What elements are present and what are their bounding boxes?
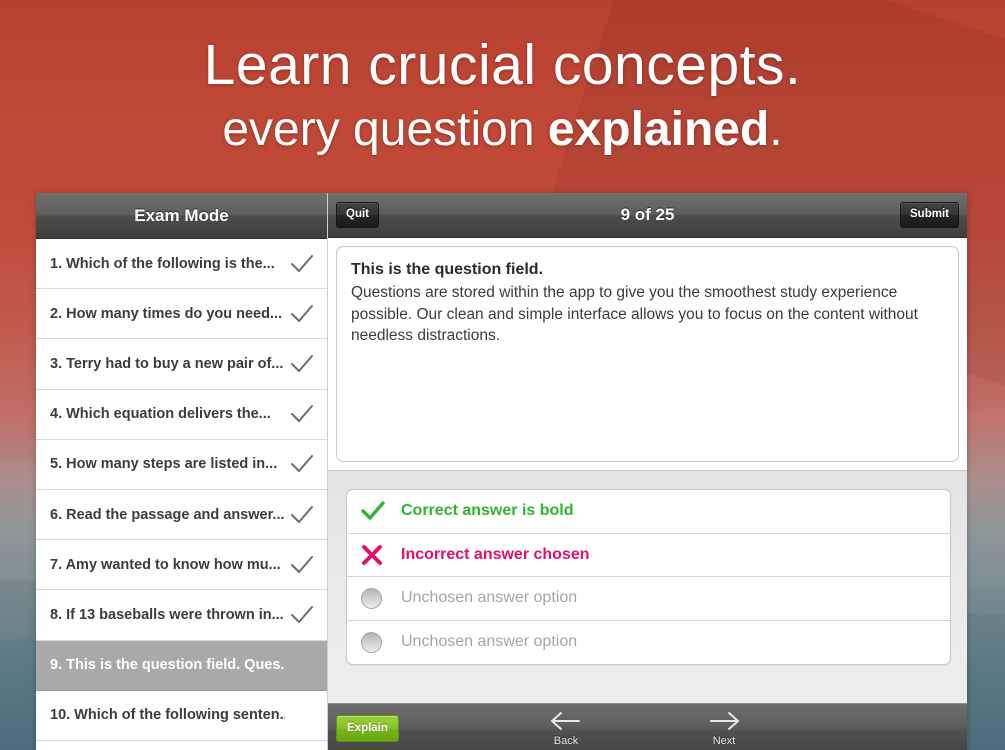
arrow-left-icon [549,708,583,734]
answer-option-row[interactable]: Correct answer is bold [347,490,950,534]
quit-button[interactable]: Quit [336,202,379,228]
sidebar-header: Exam Mode [36,193,327,239]
main-pane: Quit 9 of 25 Submit This is the question… [328,193,967,750]
answered-check-icon [285,397,319,431]
answered-check-icon [285,548,319,582]
back-label: Back [553,735,579,747]
back-button[interactable]: Back [528,708,604,747]
question-field: This is the question field. Questions ar… [336,246,959,462]
question-list-item-label: 2. How many times do you need... [50,305,283,322]
answer-option-label: Incorrect answer chosen [401,545,590,563]
radio-circle-icon [361,631,401,653]
question-list-item[interactable]: 9. This is the question field. Ques... [36,640,327,691]
check-icon [361,501,385,520]
top-toolbar: Quit 9 of 25 Submit [328,193,967,238]
next-label: Next [712,735,736,747]
answered-check-icon [285,498,319,532]
app-window: Exam Mode 1. Which of the following is t… [36,193,967,750]
answer-option-row[interactable]: Unchosen answer option [347,577,950,621]
cross-icon [361,544,401,566]
submit-button[interactable]: Submit [900,202,959,228]
next-button[interactable]: Next [686,708,762,747]
question-body: Questions are stored within the app to g… [351,284,918,344]
answers-area: Correct answer is bold Incorrect answer c… [328,471,967,703]
arrow-right-icon [707,708,741,734]
answers-card: Correct answer is bold Incorrect answer c… [346,489,951,665]
unanswered-placeholder [285,698,319,732]
question-list-item[interactable]: 3. Terry had to buy a new pair of... [36,339,327,390]
explain-button[interactable]: Explain [336,714,399,743]
progress-counter: 9 of 25 [620,205,675,224]
question-list-item-label: 1. Which of the following is the... [50,255,275,272]
answered-check-icon [285,247,319,281]
answer-option-row[interactable]: Unchosen answer option [347,621,950,665]
answer-option-label: Correct answer is bold [401,502,574,520]
headline-line-1: Learn crucial concepts. [203,33,802,97]
question-list-item-label: 9. This is the question field. Ques... [50,657,285,674]
answered-check-icon [285,598,319,632]
headline-line-2: every question explained. [0,100,1005,160]
unanswered-placeholder [285,648,319,682]
answer-option-row[interactable]: Incorrect answer chosen [347,534,950,577]
answer-option-label: Unchosen answer option [401,589,578,607]
question-list-item[interactable]: 7. Amy wanted to know how mu... [36,540,327,591]
question-list-item[interactable]: 5. How many steps are listed in... [36,439,327,490]
check-icon [361,500,401,522]
answered-check-icon [285,347,319,381]
question-area: This is the question field. Questions ar… [328,238,967,471]
question-list-item-label: 4. Which equation delivers the... [50,406,271,423]
question-sidebar: Exam Mode 1. Which of the following is t… [36,193,328,750]
question-list-item-label: 8. If 13 baseballs were thrown in... [50,606,284,623]
question-list-item[interactable]: 4. Which equation delivers the... [36,389,327,440]
screenshot-stage: Learn crucial concepts. every question e… [0,0,1005,750]
answered-check-icon [285,447,319,481]
question-list-item-label: 3. Terry had to buy a new pair of... [50,355,284,372]
answered-check-icon [285,297,319,331]
question-list-item[interactable]: 1. Which of the following is the... [36,239,327,290]
radio-circle-icon [361,587,401,609]
question-list-item[interactable]: 2. How many times do you need... [36,289,327,340]
question-title: This is the question field. [351,261,544,278]
cross-icon [362,544,382,565]
question-list-item-label: 7. Amy wanted to know how mu... [50,556,281,573]
headline-line-2-suffix: . [769,103,783,156]
marketing-headline: Learn crucial concepts. every question e… [0,30,1005,160]
question-list[interactable]: 1. Which of the following is the... 2. Ho… [36,239,327,750]
question-list-item-label: 5. How many steps are listed in... [50,456,278,473]
question-list-item-label: 10. Which of the following senten... [50,707,285,724]
question-list-item[interactable]: 6. Read the passage and answer... [36,489,327,541]
question-list-item[interactable]: 8. If 13 baseballs were thrown in... [36,590,327,641]
headline-line-2-emphasis: explained [547,103,770,156]
answer-option-label: Unchosen answer option [401,633,578,651]
question-list-item-label: 6. Read the passage and answer... [50,506,285,523]
bottom-toolbar: Explain Back Next [328,703,967,750]
question-list-item[interactable]: 10. Which of the following senten... [36,690,327,741]
headline-line-2-prefix: every question [222,103,548,156]
